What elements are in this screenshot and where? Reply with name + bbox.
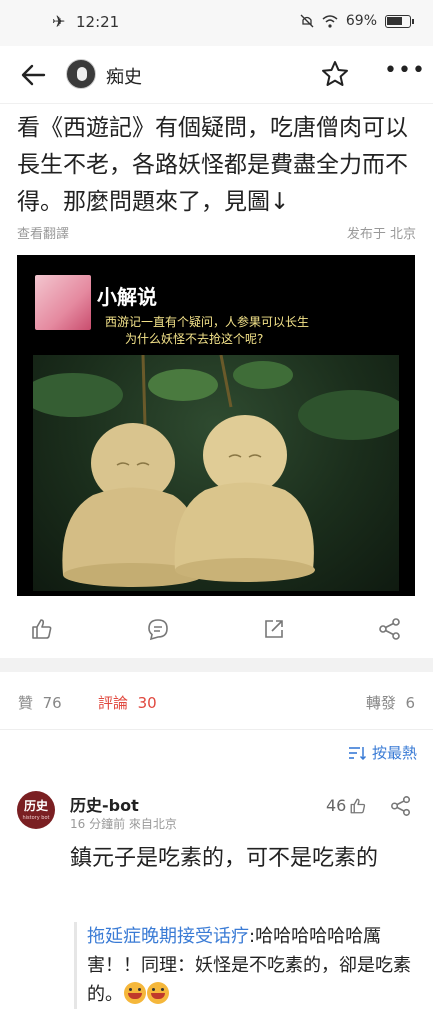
star-icon[interactable] [320,59,350,89]
status-right: 69% [300,13,414,29]
section-divider [0,658,433,672]
status-time: 12:21 [76,13,120,31]
account-avatar[interactable] [66,59,96,89]
buddha-pears-illustration [23,354,408,587]
laughing-emoji-icon [124,982,146,1004]
comment-like-button[interactable]: 46 [326,796,367,815]
wifi-icon [322,14,338,28]
back-arrow-icon[interactable] [18,60,50,90]
tab-comments-label: 評論 [98,694,129,712]
comment-like-icon [350,798,366,813]
app-header: 痴史 ••• [0,46,433,104]
tab-comments-count: 30 [137,694,157,712]
reply-author[interactable]: 拖延症晚期接受话疗 [87,926,249,947]
image-caption-line2: 为什么妖怪不去抢这个呢? [125,332,264,346]
comment-reply[interactable]: 拖延症晚期接受话疗:哈哈哈哈哈哈厲害！！同理：妖怪是不吃素的，卻是吃素的。 [74,922,418,1009]
status-bar: ✈ 12:21 69% [0,0,433,46]
post-location: 发布于 北京 [346,227,416,242]
translate-link[interactable]: 查看翻譯 [17,223,69,242]
laughing-emoji-icon [147,982,169,1004]
comment-share-icon[interactable] [390,795,412,817]
comment-author[interactable]: 历史-bot [70,792,139,816]
commenter-avatar-subtext: history bot [22,815,50,821]
comment-text: 鎮元子是吃素的，可不是吃素的 [70,846,379,871]
account-name[interactable]: 痴史 [106,63,142,89]
tab-reposts-count: 6 [405,694,415,712]
tab-comments[interactable]: 評論 30 [98,692,157,713]
post-image[interactable]: 小解说 西游记一直有个疑问，人参果可以长生 为什么妖怪不去抢这个呢? [17,255,415,596]
sort-toggle[interactable]: 按最熱 [348,742,417,763]
repost-icon[interactable] [262,617,286,641]
pear-photo [23,354,408,591]
battery-percent: 69% [345,13,377,29]
more-options-icon[interactable]: ••• [384,60,425,90]
engagement-tabs: 贊 76 評論 30 轉發 6 [0,672,433,730]
comment-meta: 16 分鐘前 來自北京 [70,817,177,831]
commenter-avatar[interactable]: 历史 history bot [17,791,55,829]
tab-likes-label: 贊 [18,694,34,712]
sort-label: 按最熱 [371,744,417,762]
tab-likes[interactable]: 贊 76 [18,692,62,713]
image-title: 小解说 [97,285,157,309]
airplane-mode-icon: ✈ [52,12,66,31]
image-avatar-thumbnail [35,275,91,330]
tab-reposts-label: 轉發 [365,694,396,712]
tab-reposts[interactable]: 轉發 6 [366,692,415,713]
tab-likes-count: 76 [42,694,62,712]
like-thumb-icon[interactable] [30,617,54,641]
comment-bubble-icon[interactable] [146,617,170,641]
image-caption-line1: 西游记一直有个疑问，人参果可以长生 [105,315,310,329]
sort-icon [348,746,366,760]
comment-like-count: 46 [326,796,347,815]
post-action-bar [0,605,433,651]
mute-icon [300,14,314,28]
battery-icon [385,14,414,28]
post-text: 看《西遊記》有個疑問，吃唐僧肉可以長生不老，各路妖怪都是費盡全力而不得。那麼問題… [17,115,408,215]
share-icon[interactable] [378,617,402,641]
